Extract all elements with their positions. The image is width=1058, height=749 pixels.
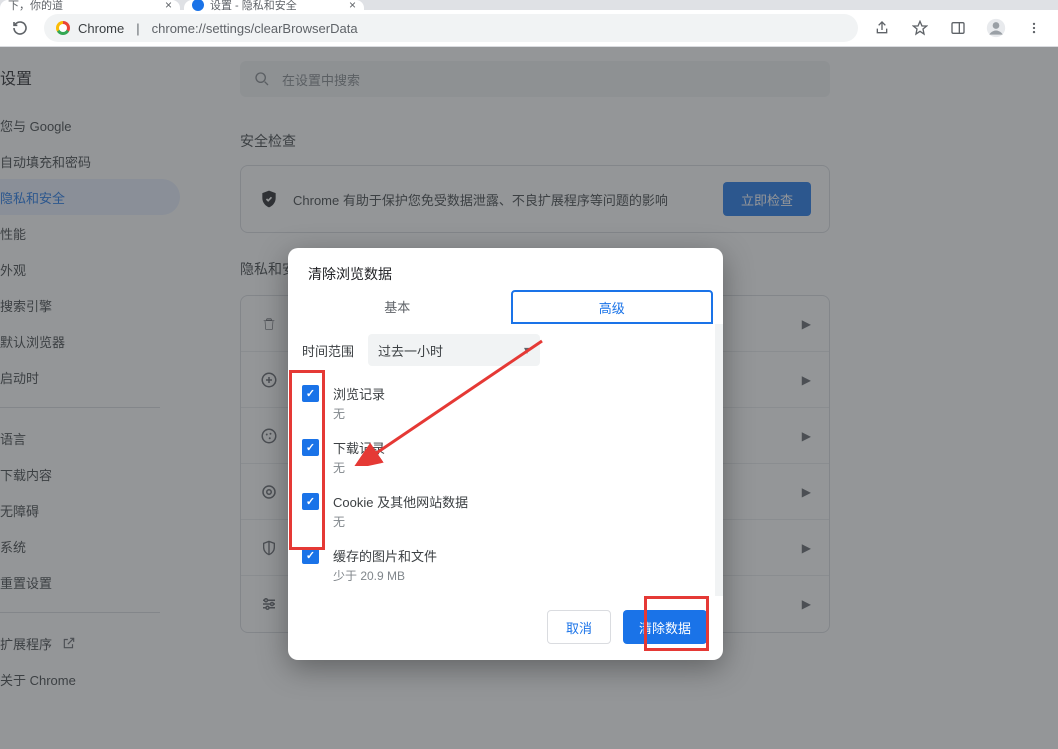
option-download-history[interactable]: 下载记录 无 (302, 430, 701, 484)
option-title: 缓存的图片和文件 (333, 546, 437, 565)
bookmark-icon[interactable] (906, 14, 934, 42)
chrome-icon (56, 21, 70, 35)
tab-title: 设置 - 隐私和安全 (210, 0, 297, 13)
tab-advanced[interactable]: 高级 (511, 290, 714, 324)
close-icon[interactable]: × (165, 0, 172, 12)
omnibox-product: Chrome (78, 21, 124, 36)
separator: | (136, 21, 139, 36)
option-cache[interactable]: 缓存的图片和文件 少于 20.9 MB (302, 538, 701, 592)
option-subtitle: 无 (333, 405, 385, 422)
menu-icon[interactable] (1020, 14, 1048, 42)
time-range-label: 时间范围 (302, 341, 354, 360)
time-range-value: 过去一小时 (378, 341, 443, 360)
browser-tab-1[interactable]: 下，你的道 × (0, 0, 180, 10)
cancel-button[interactable]: 取消 (547, 610, 611, 644)
address-bar[interactable]: Chrome | chrome://settings/clearBrowserD… (44, 14, 858, 42)
dialog-actions: 取消 清除数据 (288, 596, 723, 660)
option-subtitle: 无 (333, 513, 468, 530)
option-title: Cookie 及其他网站数据 (333, 492, 468, 511)
option-subtitle: 少于 20.9 MB (333, 567, 437, 584)
checkbox-download-history[interactable] (302, 439, 319, 456)
settings-favicon-icon (192, 0, 204, 11)
reload-button[interactable] (6, 14, 34, 42)
dialog-title: 清除浏览数据 (288, 248, 723, 290)
browser-toolbar: Chrome | chrome://settings/clearBrowserD… (0, 10, 1058, 47)
dialog-tabs: 基本 高级 (288, 290, 723, 324)
clear-data-dialog: 清除浏览数据 基本 高级 时间范围 过去一小时 浏览记录 无 (288, 248, 723, 660)
clear-data-button[interactable]: 清除数据 (623, 610, 707, 644)
tab-title: 下，你的道 (8, 0, 63, 13)
option-subtitle: 无 (333, 459, 385, 476)
time-range-select[interactable]: 过去一小时 (368, 334, 540, 366)
share-icon[interactable] (868, 14, 896, 42)
browser-tab-2[interactable]: 设置 - 隐私和安全 × (184, 0, 364, 10)
tab-basic[interactable]: 基本 (298, 290, 497, 324)
option-cookies[interactable]: Cookie 及其他网站数据 无 (302, 484, 701, 538)
option-title: 下载记录 (333, 438, 385, 457)
option-title: 浏览记录 (333, 384, 385, 403)
option-browsing-history[interactable]: 浏览记录 无 (302, 376, 701, 430)
checkbox-cache[interactable] (302, 547, 319, 564)
close-icon[interactable]: × (349, 0, 356, 12)
omnibox-url: chrome://settings/clearBrowserData (152, 21, 358, 36)
checkbox-cookies[interactable] (302, 493, 319, 510)
sidepanel-icon[interactable] (944, 14, 972, 42)
profile-icon[interactable] (982, 14, 1010, 42)
browser-tab-strip: 下，你的道 × 设置 - 隐私和安全 × (0, 0, 1058, 10)
checkbox-browsing-history[interactable] (302, 385, 319, 402)
dialog-body: 时间范围 过去一小时 浏览记录 无 下载记录 无 (288, 324, 723, 596)
